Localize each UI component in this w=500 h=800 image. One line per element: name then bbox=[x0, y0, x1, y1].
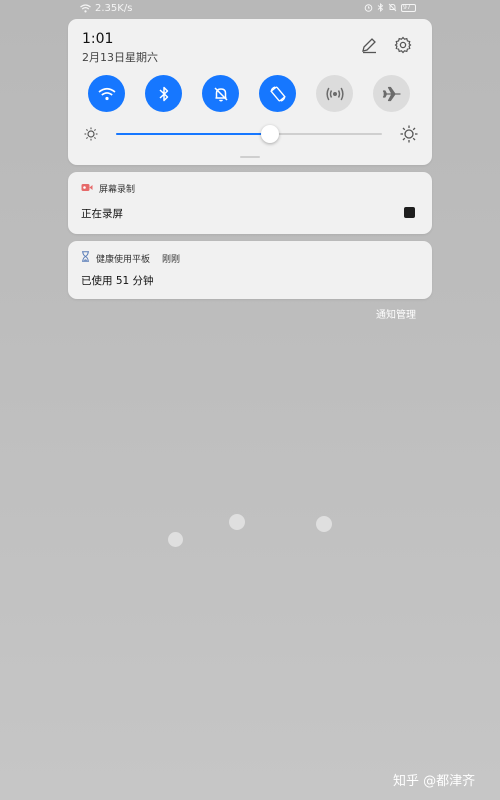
brightness-slider[interactable] bbox=[116, 125, 382, 143]
quick-toggles bbox=[88, 75, 412, 113]
loading-dot bbox=[168, 532, 183, 547]
bluetooth-status-icon bbox=[377, 3, 384, 12]
settings-button[interactable] bbox=[394, 36, 412, 54]
bell-off-icon bbox=[213, 86, 228, 101]
panel-drag-handle[interactable] bbox=[240, 156, 260, 158]
status-right: 97 bbox=[364, 3, 416, 12]
do-not-disturb-toggle[interactable] bbox=[202, 75, 239, 112]
airplane-icon bbox=[382, 86, 400, 101]
brightness-thumb[interactable] bbox=[261, 125, 280, 143]
clock-date: 2月13日星期六 bbox=[82, 51, 158, 64]
notification-screen-recording[interactable]: 屏幕录制 正在录屏 bbox=[68, 172, 432, 234]
bluetooth-icon bbox=[158, 86, 168, 101]
brightness-fill bbox=[116, 133, 271, 135]
battery-level: 97 bbox=[403, 3, 411, 11]
gear-icon bbox=[394, 36, 412, 54]
notification-body: 已使用 51 分钟 bbox=[81, 275, 154, 287]
notification-header: 健康使用平板 刚刚 bbox=[81, 251, 180, 265]
video-record-icon bbox=[81, 183, 93, 195]
watermark: 知乎 @都津齐 bbox=[393, 774, 476, 789]
loading-dot bbox=[229, 514, 245, 530]
airplane-mode-toggle[interactable] bbox=[373, 75, 410, 112]
wifi-signal-icon bbox=[80, 4, 91, 13]
notification-usage[interactable]: 健康使用平板 刚刚 已使用 51 分钟 bbox=[68, 241, 432, 299]
edit-button[interactable] bbox=[360, 36, 378, 54]
status-left: 2.35K/s bbox=[80, 3, 132, 14]
notification-app-name: 健康使用平板 bbox=[96, 254, 151, 265]
wifi-toggle[interactable] bbox=[88, 75, 125, 112]
brightness-high-icon bbox=[400, 125, 418, 147]
hourglass-icon bbox=[81, 251, 90, 265]
brightness-low-icon bbox=[84, 126, 98, 145]
alarm-icon bbox=[364, 3, 373, 12]
clock-time: 1:01 bbox=[82, 31, 114, 47]
rotate-screen-icon bbox=[269, 85, 286, 102]
hotspot-toggle[interactable] bbox=[316, 75, 353, 112]
notification-time: 刚刚 bbox=[162, 254, 181, 265]
quick-settings-panel: 1:01 2月13日星期六 bbox=[68, 19, 432, 165]
bluetooth-toggle[interactable] bbox=[145, 75, 182, 112]
mute-icon bbox=[388, 3, 397, 12]
notification-manage-link[interactable]: 通知管理 bbox=[376, 306, 416, 321]
auto-rotate-toggle[interactable] bbox=[259, 75, 296, 112]
battery-icon: 97 bbox=[401, 3, 416, 12]
pencil-icon bbox=[362, 38, 376, 54]
stop-recording-button[interactable] bbox=[404, 207, 415, 218]
status-bar: 2.35K/s 97 bbox=[0, 0, 500, 18]
network-speed: 2.35K/s bbox=[95, 3, 133, 14]
brightness-control bbox=[84, 125, 418, 143]
hotspot-icon bbox=[325, 87, 344, 100]
notification-app-name: 屏幕录制 bbox=[99, 185, 136, 195]
wifi-icon bbox=[97, 87, 116, 100]
notification-body: 正在录屏 bbox=[81, 208, 123, 220]
notification-header: 屏幕录制 bbox=[81, 182, 135, 195]
loading-dot bbox=[316, 516, 332, 532]
